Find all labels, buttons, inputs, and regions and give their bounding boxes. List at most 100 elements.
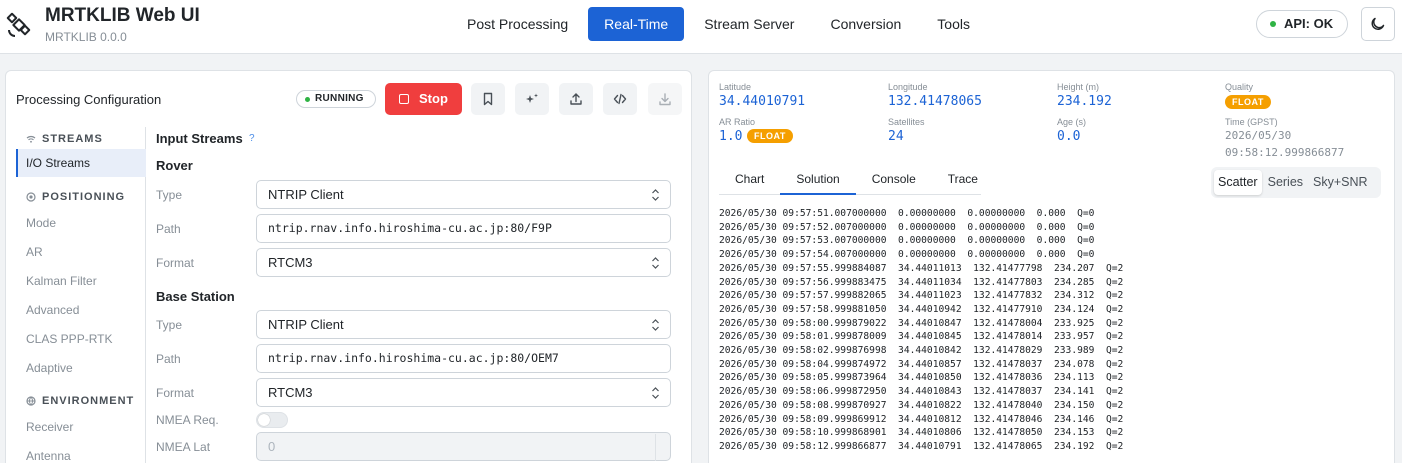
nav-tools[interactable]: Tools [921,7,986,41]
nav-conversion[interactable]: Conversion [814,7,917,41]
tab-trace[interactable]: Trace [932,168,994,195]
help-icon[interactable]: ? [249,133,255,144]
download-button[interactable] [648,83,682,115]
longitude-value: 132.41478065 [888,94,982,109]
base-path-input[interactable]: ntrip.rnav.info.hiroshima-cu.ac.jp:80/OE… [256,344,671,373]
upload-button[interactable] [559,83,593,115]
log-line: 2026/05/30 09:58:02.999876998 34.4401084… [719,345,1124,357]
time-label: Time (GPST) [1225,117,1278,127]
log-line: 2026/05/30 09:58:04.999874972 34.4401085… [719,358,1124,370]
number-stepper-icon [655,434,669,461]
age-label: Age (s) [1057,117,1087,127]
sidebar-item-advanced[interactable]: Advanced [16,296,146,324]
status-dot-icon [1270,21,1276,27]
view-mode-selector: Scatter Series Sky+SNR [1211,167,1381,198]
sidebar-item-adaptive[interactable]: Adaptive [16,354,146,382]
sidebar-item-receiver[interactable]: Receiver [16,413,146,441]
bookmark-button[interactable] [471,83,505,115]
app-title: MRTKLIB Web UI [45,5,200,26]
processing-config-card: Processing Configuration RUNNING Stop ST… [5,70,692,463]
height-label: Height (m) [1057,82,1100,92]
rover-type-label: Type [156,188,183,202]
sparkles-icon [526,93,538,103]
ar-status-badge: FLOAT [747,129,793,143]
view-mode-scatter[interactable]: Scatter [1214,170,1262,195]
quality-label: Quality [1225,82,1254,92]
select-arrows-icon [652,319,659,331]
rover-type-select[interactable]: NTRIP Client [256,180,671,209]
app-version: MRTKLIB 0.0.0 [45,30,127,44]
log-line: 2026/05/30 09:57:51.007000000 0.00000000… [719,208,1095,219]
bookmark-icon [483,92,493,106]
rover-format-select[interactable]: RTCM3 [256,248,671,277]
code-icon [613,93,627,105]
log-line: 2026/05/30 09:58:09.999869912 34.4401081… [719,413,1124,425]
base-format-select[interactable]: RTCM3 [256,378,671,407]
tab-solution[interactable]: Solution [780,168,856,195]
sidebar-item-kalman-filter[interactable]: Kalman Filter [16,267,146,295]
base-station-heading: Base Station [156,289,235,304]
code-view-button[interactable] [603,83,637,115]
longitude-label: Longitude [888,82,928,92]
quality-badge: FLOAT [1225,95,1271,109]
log-line: 2026/05/30 09:58:10.999868901 34.4401080… [719,427,1124,439]
log-line: 2026/05/30 09:57:53.007000000 0.00000000… [719,235,1095,247]
latitude-label: Latitude [719,82,752,92]
rover-path-input[interactable]: ntrip.rnav.info.hiroshima-cu.ac.jp:80/F9… [256,214,671,243]
base-type-select[interactable]: NTRIP Client [256,310,671,339]
solution-log: 2026/05/30 09:57:51.007000000 0.00000000… [719,207,1389,454]
satellites-label: Satellites [888,117,925,127]
satellites-value: 24 [888,129,904,144]
theme-toggle-button[interactable] [1361,7,1395,41]
base-format-label: Format [156,386,195,400]
auto-config-button[interactable] [515,83,549,115]
log-line: 2026/05/30 09:58:00.999879022 34.4401084… [719,317,1124,329]
stop-button[interactable]: Stop [385,83,462,115]
log-line: 2026/05/30 09:57:57.999882065 34.4401102… [719,290,1124,302]
target-icon [26,192,36,202]
running-status-badge: RUNNING [296,90,376,108]
log-line: 2026/05/30 09:57:52.007000000 0.00000000… [719,221,1095,233]
solution-monitor-card: Latitude 34.44010791 Longitude 132.41478… [708,70,1395,463]
sidebar-item-mode[interactable]: Mode [16,209,146,237]
log-line: 2026/05/30 09:58:05.999873964 34.4401085… [719,372,1124,384]
nmea-req-label: NMEA Req. [156,413,219,427]
sidebar-item-clas-ppp-rtk[interactable]: CLAS PPP-RTK [16,325,146,353]
nav-stream-server[interactable]: Stream Server [688,7,810,41]
stop-icon [399,94,409,104]
log-line: 2026/05/30 09:58:06.999872950 34.4401084… [719,386,1124,398]
log-line: 2026/05/30 09:58:01.999878009 34.4401084… [719,331,1124,343]
running-status-text: RUNNING [315,93,364,104]
sidebar-section-positioning: POSITIONING [26,191,125,203]
nmea-lat-label: NMEA Lat [156,440,211,454]
api-status-badge: API: OK [1256,10,1348,38]
nav-post-processing[interactable]: Post Processing [451,7,584,41]
view-mode-series[interactable]: Series [1264,170,1307,195]
time-clock: 09:58:12.999866877 [1225,146,1345,159]
log-line: 2026/05/30 09:57:56.999883475 34.4401103… [719,276,1124,288]
sidebar-item-io-streams[interactable]: I/O Streams [16,149,146,177]
log-line: 2026/05/30 09:58:08.999870927 34.4401082… [719,399,1124,411]
age-value: 0.0 [1057,129,1081,144]
log-line: 2026/05/30 09:57:54.007000000 0.00000000… [719,249,1095,261]
time-date: 2026/05/30 [1225,129,1292,142]
sidebar-section-environment: ENVIRONMENT [26,395,134,407]
nmea-req-toggle[interactable] [256,412,288,428]
tab-console[interactable]: Console [856,168,932,195]
sidebar-item-ar[interactable]: AR [16,238,146,266]
download-icon [659,93,671,106]
rover-format-label: Format [156,256,195,270]
tab-chart[interactable]: Chart [719,168,780,195]
height-value: 234.192 [1057,94,1112,109]
nav-real-time[interactable]: Real-Time [588,7,685,41]
upload-icon [570,93,582,105]
nmea-lat-input[interactable]: 0 [256,432,671,461]
input-streams-heading: Input Streams [156,131,243,146]
ar-ratio-label: AR Ratio [719,117,756,127]
rover-path-label: Path [156,222,181,236]
sidebar-item-antenna[interactable]: Antenna [16,442,146,463]
base-type-label: Type [156,318,183,332]
toggle-knob [258,414,270,426]
status-dot-icon [305,97,310,102]
view-mode-sky-snr[interactable]: Sky+SNR [1309,170,1372,195]
